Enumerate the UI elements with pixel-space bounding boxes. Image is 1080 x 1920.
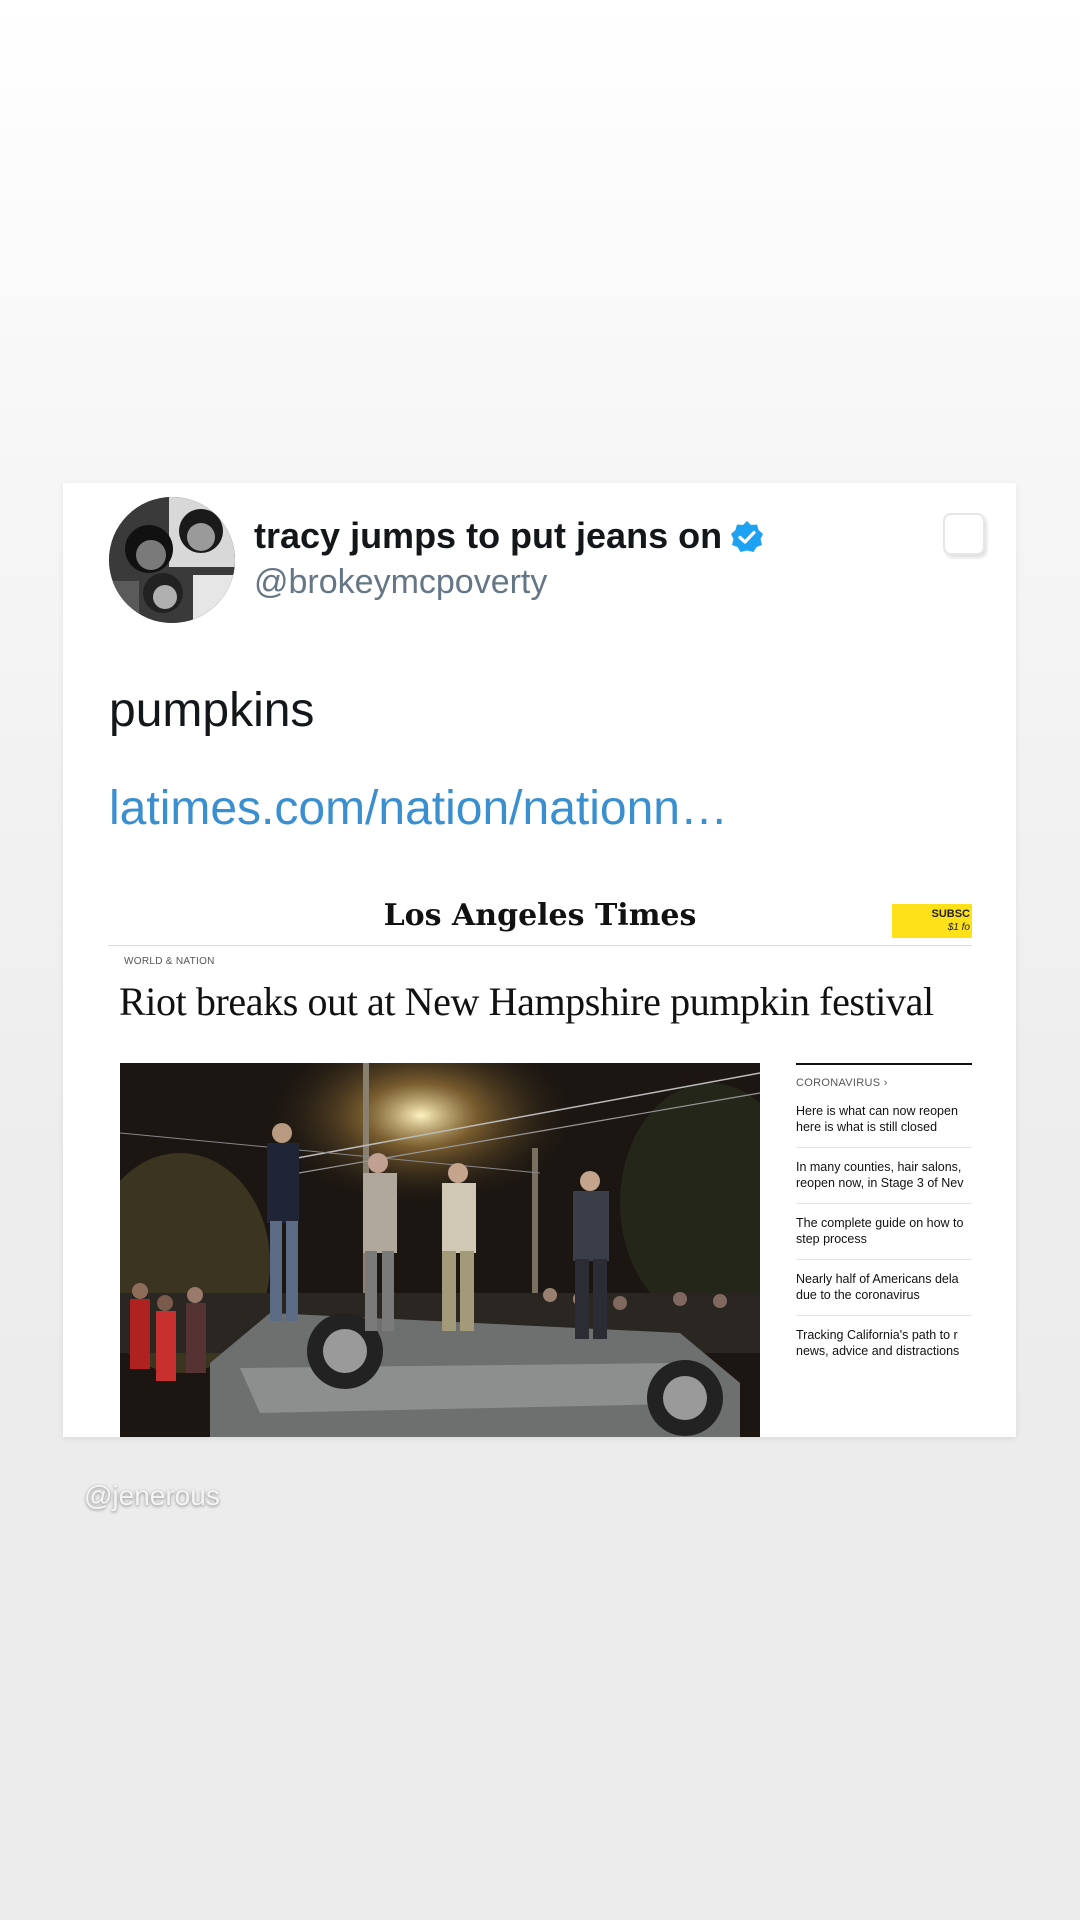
section-label: WORLD & NATION (124, 956, 215, 967)
sidebar-heading[interactable]: CORONAVIRUS › (796, 1077, 972, 1089)
divider (108, 945, 972, 946)
article-sidebar: CORONAVIRUS › Here is what can now reope… (796, 1063, 972, 1382)
sidebar-link[interactable]: Tracking California's path to r news, ad… (796, 1327, 972, 1371)
sidebar-rule (796, 1063, 972, 1065)
sidebar-link[interactable]: Nearly half of Americans dela due to the… (796, 1271, 972, 1316)
avatar[interactable] (109, 497, 235, 623)
article-preview[interactable]: Los Angeles Times SUBSC $1 fo WORLD & NA… (108, 888, 972, 1437)
sidebar-link-line: step process (796, 1232, 867, 1246)
user-handle[interactable]: @brokeymcpoverty (254, 563, 547, 602)
tweet-text: pumpkins (109, 684, 315, 737)
article-headline: Riot breaks out at New Hampshire pumpkin… (119, 979, 934, 1024)
masthead-logo: Los Angeles Times (383, 898, 697, 933)
sidebar-link[interactable]: In many counties, hair salons, reopen no… (796, 1159, 972, 1204)
sidebar-link-line: due to the coronavirus (796, 1288, 920, 1302)
sidebar-link-line: Nearly half of Americans dela (796, 1272, 959, 1286)
subscribe-price: $1 fo (947, 922, 970, 933)
verified-badge-icon (730, 520, 764, 563)
sidebar-link-line: reopen now, in Stage 3 of Nev (796, 1176, 964, 1190)
sidebar-link-line: Tracking California's path to r (796, 1328, 958, 1342)
article-photo (120, 1063, 760, 1437)
subscribe-label: SUBSC (931, 908, 970, 920)
sidebar-link-line: Here is what can now reopen (796, 1104, 958, 1118)
sidebar-link-line: In many counties, hair salons, (796, 1160, 962, 1174)
tweet-card[interactable]: tracy jumps to put jeans on @brokeymcpov… (63, 483, 1016, 1437)
display-name[interactable]: tracy jumps to put jeans on (254, 515, 764, 563)
subscribe-button[interactable]: SUBSC $1 fo (892, 904, 972, 938)
sidebar-link-line: news, advice and distractions (796, 1344, 960, 1358)
tweet-link[interactable]: latimes.com/nation/nationn… (109, 781, 728, 836)
sidebar-link[interactable]: The complete guide on how to step proces… (796, 1215, 972, 1260)
sidebar-link-line: here is what is still closed (796, 1120, 938, 1134)
display-name-text: tracy jumps to put jeans on (254, 515, 723, 556)
sidebar-link-line: The complete guide on how to (796, 1216, 964, 1230)
share-icon[interactable] (943, 513, 985, 555)
story-mention[interactable]: @jenerous (84, 1480, 220, 1512)
sidebar-link[interactable]: Here is what can now reopen here is what… (796, 1103, 972, 1148)
